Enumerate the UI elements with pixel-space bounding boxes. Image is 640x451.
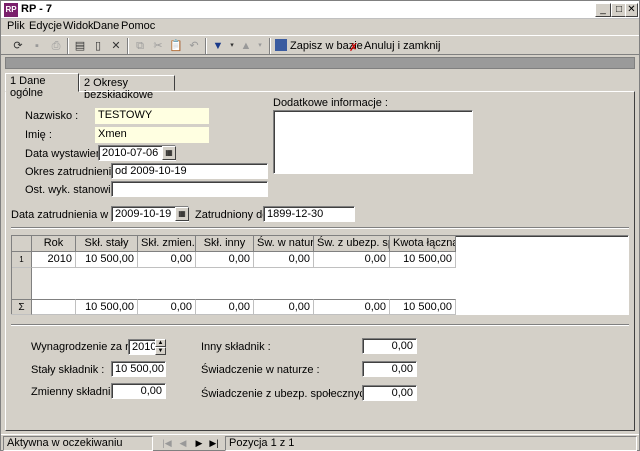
last-record-icon[interactable]: ▶| [208,437,220,449]
nazwisko-label: Nazwisko : [25,110,79,122]
next-record-icon[interactable]: ▶ [193,437,205,449]
grid-cell[interactable]: 0,00 [254,252,314,268]
app-window: RP RP - 7 _ □ ✕ Plik Edycje Widok Dane P… [0,0,640,451]
okres-zatrudnienia-label: Okres zatrudnienia: [25,166,121,178]
zmienny-skladnik-field[interactable]: 0,00 [111,383,166,399]
spin-down-icon[interactable]: ▼ [155,347,166,355]
properties-icon[interactable]: ▤ [71,38,89,54]
first-record-icon[interactable]: |◀ [161,437,173,449]
menu-bar: Plik Edycje Widok Dane Pomoc [1,19,639,35]
grid-corner [12,236,32,252]
grid-cell[interactable]: 0,00 [314,252,390,268]
imie-field[interactable]: Xmen [95,127,209,143]
paste-icon[interactable]: 📋 [167,38,185,54]
divider [11,227,629,229]
grid-cell[interactable]: 0,00 [196,252,254,268]
status-state: Aktywna w oczekiwaniu [3,436,153,451]
wynagrodzenie-rok-field[interactable]: 2010 [128,339,156,355]
tab-dane-ogolne[interactable]: 1 Dane ogólne [5,73,79,99]
cancel-close-button[interactable]: ✗ Anuluj i zamknij [349,38,440,54]
row-indicator-empty [12,268,32,300]
grid-header-skl-staly[interactable]: Skł. stały [76,236,138,252]
grid-cell[interactable]: 10 500,00 [390,252,456,268]
cancel-close-label: Anuluj i zamknij [364,40,441,52]
toolbar-separator [67,38,69,54]
toolbar: ⟳ ▪ ⎙ ▤ ▯ ✕ ⧉ ✂ 📋 ↶ ▼ ▾ ▲ ▾ Zapisz w baz… [1,35,639,55]
grid-sum-cell [32,299,76,315]
print-icon[interactable]: ⎙ [47,38,65,54]
salary-grid: Rok Skł. stały Skł. zmien. Skł. inny Św.… [11,235,629,315]
staly-skladnik-field[interactable]: 10 500,00 [111,361,166,377]
calendar-icon[interactable]: ▦ [175,207,189,221]
toolbar-separator [205,38,207,54]
okres-zatrudnienia-field[interactable]: od 2009-10-19 [111,163,268,179]
grid-sum-cell: 0,00 [138,299,196,315]
tab-okresy-bezskladkowe[interactable]: 2 Okresy bezskładkowe [79,75,175,101]
status-bar: Aktywna w oczekiwaniu |◀ ◀ ▶ ▶| Pozycja … [1,434,639,451]
swiadczenie-ubezp-field[interactable]: 0,00 [362,385,417,401]
grid-sum-cell: 10 500,00 [76,299,138,315]
copy-icon[interactable]: ⧉ [131,38,149,54]
divider [11,324,629,326]
grid-sum-cell: 0,00 [254,299,314,315]
app-icon: RP [4,3,18,17]
calendar-icon[interactable]: ▦ [162,146,176,160]
menu-pomoc[interactable]: Pomoc [121,20,155,32]
stanowisko-field[interactable] [111,181,268,197]
delete-icon[interactable]: ✕ [107,38,125,54]
grid-cell[interactable]: 10 500,00 [76,252,138,268]
grid-header-rok[interactable]: Rok [32,236,76,252]
nazwisko-field[interactable]: TESTOWY [95,108,209,124]
swiadczenie-ubezp-label: Świadczenie z ubezp. społecznych : [201,388,378,400]
toolbar-separator [127,38,129,54]
inny-skladnik-label: Inny składnik : [201,341,271,353]
gray-header-bar [5,57,635,69]
refresh-icon[interactable]: ⟳ [9,38,27,54]
grid-header-sw-ubezp[interactable]: Św. z ubezp. społ. [314,236,390,252]
zmienny-skladnik-label: Zmienny składnik : [31,386,123,398]
year-spinner[interactable]: ▲ ▼ [155,339,166,355]
grid-header-skl-inny[interactable]: Skł. inny [196,236,254,252]
minimize-button[interactable]: _ [595,3,611,17]
dodatkowe-informacje-memo[interactable] [273,110,473,174]
inny-skladnik-field[interactable]: 0,00 [362,338,417,354]
swiadczenie-naturze-field[interactable]: 0,00 [362,361,417,377]
menu-edycje[interactable]: Edycje [29,20,62,32]
grid-header-kwota[interactable]: Kwota łączna [390,236,456,252]
imie-label: Imię : [25,129,52,141]
grid-sum-cell: 0,00 [196,299,254,315]
sum-indicator: Σ [12,299,32,315]
grid-header-sw-naturze[interactable]: Św. w naturze [254,236,314,252]
staly-skladnik-label: Stały składnik : [31,364,105,376]
grid-header-skl-zmien[interactable]: Skł. zmien. [138,236,196,252]
new-document-icon[interactable]: ▯ [89,38,107,54]
zatrudniony-do-field[interactable]: 1899-12-30 [263,206,355,222]
grid-cell[interactable]: 2010 [32,252,76,268]
dodatkowe-informacje-label: Dodatkowe informacje : [273,97,388,109]
floppy-icon [275,39,287,51]
grid-sum-cell: 0,00 [314,299,390,315]
row-indicator[interactable]: 1 [12,252,32,268]
toolbar-separator [269,38,271,54]
menu-widok[interactable]: Widok [63,20,94,32]
swiadczenie-naturze-label: Świadczenie w naturze : [201,364,320,376]
undo-icon[interactable]: ↶ [185,38,203,54]
save-icon[interactable]: ▪ [28,38,46,54]
menu-dane[interactable]: Dane [93,20,119,32]
menu-plik[interactable]: Plik [7,20,25,32]
title-bar: RP RP - 7 _ □ ✕ [1,1,639,19]
grid-cell[interactable]: 0,00 [138,252,196,268]
grid-sum-cell: 10 500,00 [390,299,456,315]
cut-icon[interactable]: ✂ [149,38,167,54]
zatrudniony-do-label: Zatrudniony do: [195,209,272,221]
grid-empty-area [32,268,456,300]
window-title: RP - 7 [21,3,52,15]
status-position: Pozycja 1 z 1 [225,436,637,451]
cancel-icon: ✗ [349,42,359,54]
dropdown-icon[interactable]: ▾ [251,38,269,54]
spin-up-icon[interactable]: ▲ [155,339,166,347]
prev-record-icon[interactable]: ◀ [177,437,189,449]
close-button[interactable]: ✕ [625,3,638,17]
